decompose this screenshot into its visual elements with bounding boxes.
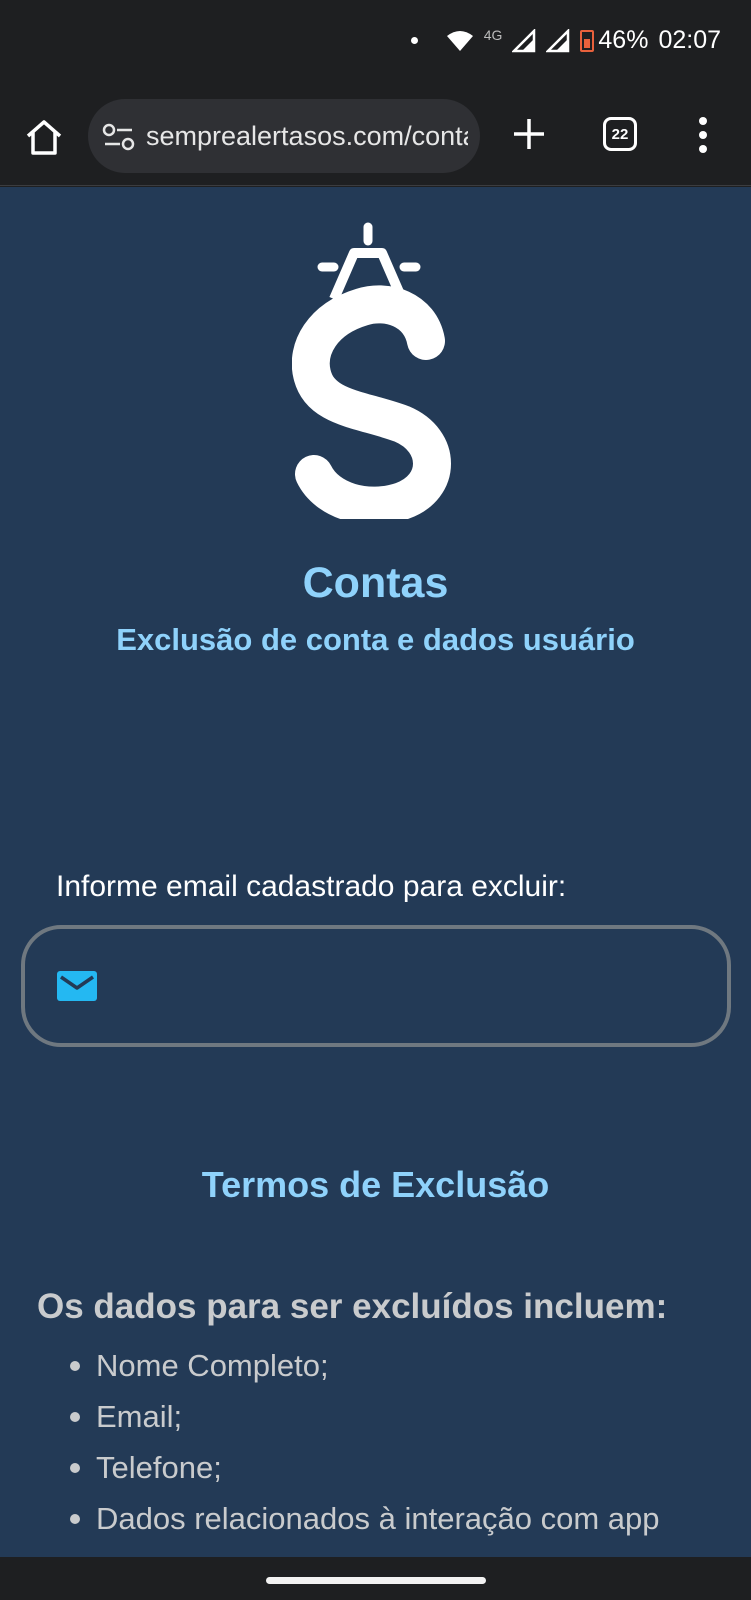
address-bar[interactable]: semprealertasos.com/contas xyxy=(88,99,480,173)
system-nav-bar xyxy=(0,1557,751,1600)
more-vert-icon[interactable] xyxy=(696,116,710,154)
plus-icon[interactable] xyxy=(510,115,548,153)
page-title: Contas xyxy=(302,559,449,607)
list-item: Telefone; xyxy=(68,1442,751,1493)
signal-icon-secondary xyxy=(546,28,570,52)
list-item: Email; xyxy=(68,1391,751,1442)
battery-level: 46% xyxy=(598,26,649,54)
data-list: Nome Completo; Email; Telefone; Dados re… xyxy=(68,1340,751,1544)
tab-count: 22 xyxy=(611,125,629,143)
status-bar: 4G 46% 02:07 xyxy=(0,0,751,88)
signal-icon xyxy=(512,28,536,52)
list-item: Dados relacionados à interação com app xyxy=(68,1493,751,1544)
mail-icon xyxy=(57,971,97,1001)
email-input[interactable] xyxy=(117,957,707,1015)
home-icon[interactable] xyxy=(24,118,64,156)
url-text[interactable]: semprealertasos.com/contas xyxy=(146,121,468,152)
wifi-icon xyxy=(446,30,473,51)
site-settings-icon[interactable] xyxy=(102,123,136,151)
page-subtitle: Exclusão de conta e dados usuário xyxy=(116,622,635,657)
browser-toolbar: semprealertasos.com/contas 22 xyxy=(0,88,751,186)
battery-icon xyxy=(580,29,595,52)
network-type-label: 4G xyxy=(483,26,503,43)
page-content: Contas Exclusão de conta e dados usuário… xyxy=(0,187,751,1557)
gesture-handle[interactable] xyxy=(266,1577,486,1584)
status-icons: 4G 46% 02:07 xyxy=(410,26,721,55)
list-item: Nome Completo; xyxy=(68,1340,751,1391)
data-heading: Os dados para ser excluídos incluem: xyxy=(37,1287,668,1326)
email-field[interactable] xyxy=(21,925,731,1047)
terms-title: Termos de Exclusão xyxy=(201,1164,550,1205)
clock: 02:07 xyxy=(658,26,721,54)
app-logo xyxy=(292,222,451,519)
email-label: Informe email cadastrado para excluir: xyxy=(56,870,567,903)
tab-switcher-icon[interactable]: 22 xyxy=(603,117,637,151)
notification-dot-icon xyxy=(410,37,418,44)
